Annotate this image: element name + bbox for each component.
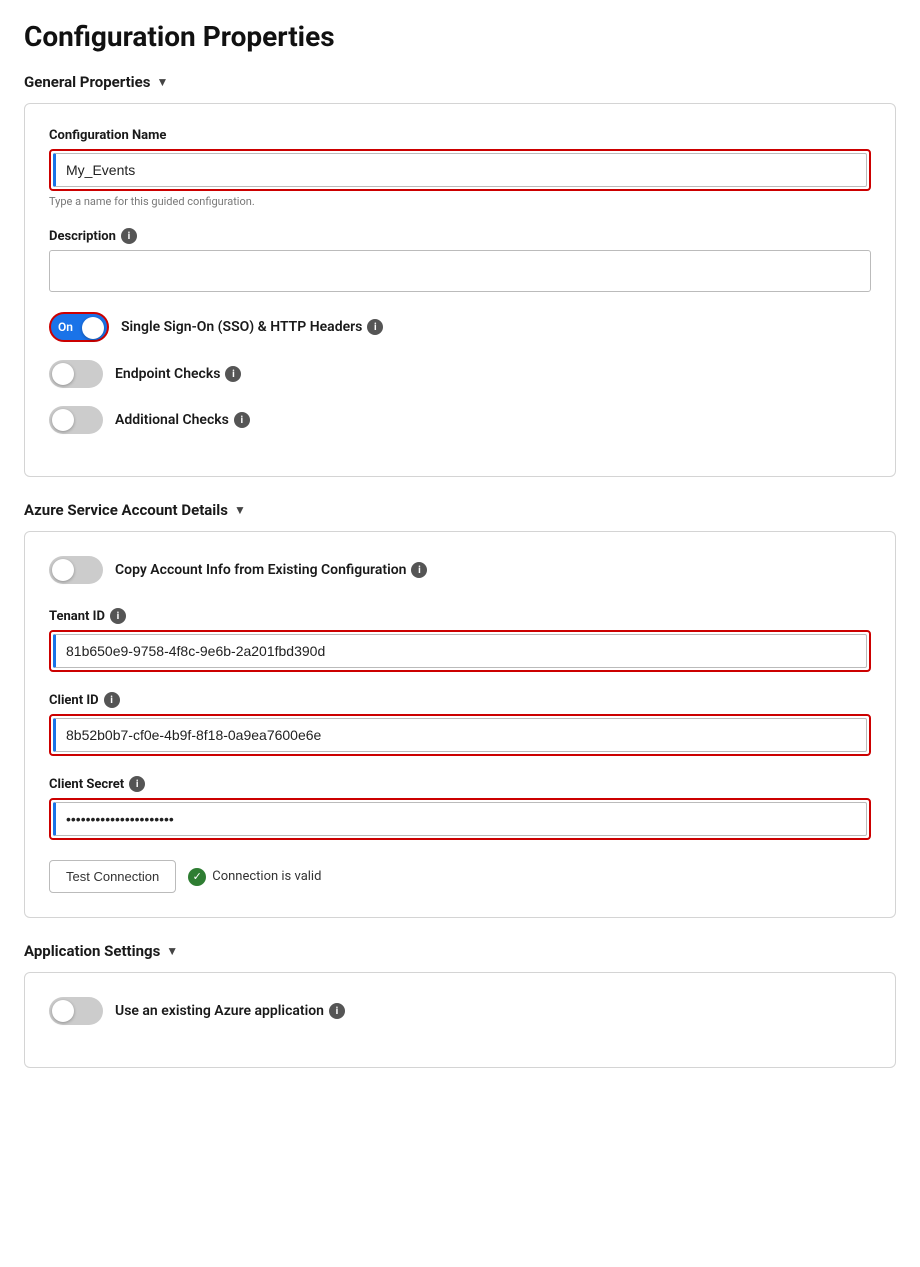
sso-label: Single Sign-On (SSO) & HTTP Headers i <box>121 319 383 335</box>
general-properties-header[interactable]: General Properties ▼ <box>24 73 896 91</box>
client-secret-label: Client Secret i <box>49 776 871 792</box>
sso-info-icon[interactable]: i <box>367 319 383 335</box>
client-secret-group: Client Secret i <box>49 776 871 840</box>
client-secret-input-wrapper <box>49 798 871 840</box>
tenant-id-info-icon[interactable]: i <box>110 608 126 624</box>
description-group: Description i <box>49 228 871 292</box>
connection-status: ✓ Connection is valid <box>188 868 321 886</box>
test-connection-button[interactable]: Test Connection <box>49 860 176 893</box>
application-settings-card: Use an existing Azure application i <box>24 972 896 1068</box>
copy-account-knob <box>52 559 74 581</box>
config-name-input-wrapper <box>49 149 871 191</box>
azure-service-chevron: ▼ <box>234 503 246 517</box>
copy-account-label: Copy Account Info from Existing Configur… <box>115 562 427 578</box>
application-settings-chevron: ▼ <box>166 944 178 958</box>
copy-account-toggle[interactable] <box>49 556 103 584</box>
tenant-id-input[interactable] <box>53 634 867 668</box>
application-settings-label: Application Settings <box>24 942 160 960</box>
test-connection-row: Test Connection ✓ Connection is valid <box>49 860 871 893</box>
client-id-group: Client ID i <box>49 692 871 756</box>
general-properties-label: General Properties <box>24 73 150 91</box>
endpoint-checks-label: Endpoint Checks i <box>115 366 241 382</box>
sso-toggle-label: On <box>58 320 73 334</box>
copy-account-toggle-row: Copy Account Info from Existing Configur… <box>49 556 871 584</box>
use-existing-toggle[interactable] <box>49 997 103 1025</box>
endpoint-checks-info-icon[interactable]: i <box>225 366 241 382</box>
sso-toggle-row: On Single Sign-On (SSO) & HTTP Headers i <box>49 312 871 342</box>
azure-service-label: Azure Service Account Details <box>24 501 228 519</box>
azure-service-header[interactable]: Azure Service Account Details ▼ <box>24 501 896 519</box>
connection-status-text: Connection is valid <box>212 869 321 884</box>
connection-check-icon: ✓ <box>188 868 206 886</box>
sso-toggle-knob <box>82 317 104 339</box>
additional-checks-toggle-row: Additional Checks i <box>49 406 871 434</box>
additional-checks-toggle[interactable] <box>49 406 103 434</box>
client-id-info-icon[interactable]: i <box>104 692 120 708</box>
additional-checks-label: Additional Checks i <box>115 412 250 428</box>
description-input[interactable] <box>49 250 871 292</box>
client-secret-info-icon[interactable]: i <box>129 776 145 792</box>
tenant-id-label: Tenant ID i <box>49 608 871 624</box>
use-existing-label: Use an existing Azure application i <box>115 1003 345 1019</box>
client-id-label: Client ID i <box>49 692 871 708</box>
description-info-icon[interactable]: i <box>121 228 137 244</box>
general-properties-card: Configuration Name Type a name for this … <box>24 103 896 477</box>
additional-checks-knob <box>52 409 74 431</box>
config-name-input[interactable] <box>53 153 867 187</box>
endpoint-checks-toggle[interactable] <box>49 360 103 388</box>
use-existing-toggle-row: Use an existing Azure application i <box>49 997 871 1025</box>
use-existing-knob <box>52 1000 74 1022</box>
client-id-input[interactable] <box>53 718 867 752</box>
config-name-label: Configuration Name <box>49 128 871 143</box>
application-settings-header[interactable]: Application Settings ▼ <box>24 942 896 960</box>
sso-toggle[interactable]: On <box>49 312 109 342</box>
azure-service-card: Copy Account Info from Existing Configur… <box>24 531 896 918</box>
general-properties-chevron: ▼ <box>156 75 168 89</box>
tenant-id-input-wrapper <box>49 630 871 672</box>
config-name-hint: Type a name for this guided configuratio… <box>49 195 871 208</box>
endpoint-checks-knob <box>52 363 74 385</box>
config-name-group: Configuration Name Type a name for this … <box>49 128 871 208</box>
client-id-input-wrapper <box>49 714 871 756</box>
use-existing-info-icon[interactable]: i <box>329 1003 345 1019</box>
additional-checks-info-icon[interactable]: i <box>234 412 250 428</box>
copy-account-info-icon[interactable]: i <box>411 562 427 578</box>
page-title: Configuration Properties <box>24 20 896 53</box>
tenant-id-group: Tenant ID i <box>49 608 871 672</box>
client-secret-input[interactable] <box>53 802 867 836</box>
endpoint-checks-toggle-row: Endpoint Checks i <box>49 360 871 388</box>
description-label: Description i <box>49 228 871 244</box>
